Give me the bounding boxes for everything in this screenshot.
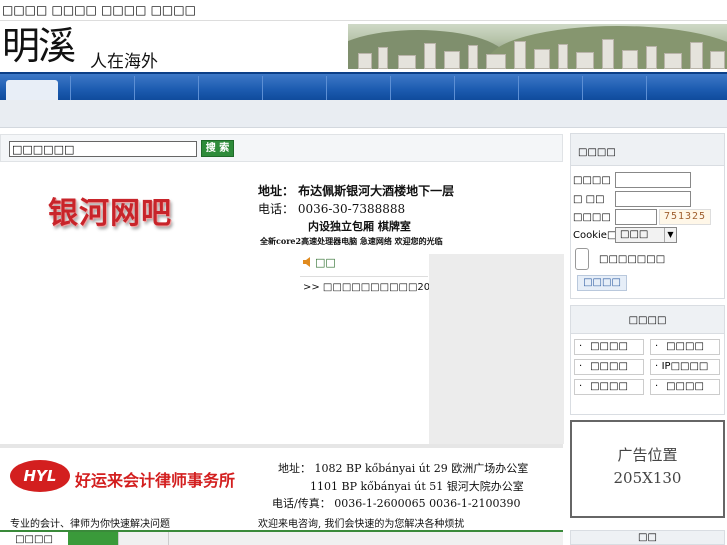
ad-phone: 电话： 0036-30-7388888 <box>258 202 406 216</box>
nav-separator <box>582 76 583 100</box>
password-input[interactable] <box>615 191 691 207</box>
quick-link-1[interactable]: · □□□□ <box>574 339 644 355</box>
ad-placeholder-title: 广告位置 <box>617 446 678 464</box>
quick-link-label: IP□□□□ <box>661 361 709 372</box>
ad-address: 地址： 布达佩斯银河大酒楼地下一层 <box>258 184 455 198</box>
ad-slogan: 全新core2高速处理器电脑 急速网络 欢迎您的光临 <box>260 236 443 246</box>
verify-code-label: □□□□ <box>573 212 611 223</box>
side-bottom-header: □□ <box>570 530 725 545</box>
ad-features: 内设独立包厢 棋牌室 <box>308 220 411 233</box>
sub-nav <box>0 100 727 128</box>
login-header-text: □□□□ <box>578 147 616 158</box>
username-label: □□□□ <box>573 175 611 186</box>
bottom-tab-3[interactable] <box>118 532 168 545</box>
quick-link-label: □□□□ <box>590 381 628 392</box>
login-button[interactable]: □□□□ <box>577 275 627 291</box>
nav-separator <box>518 76 519 100</box>
speaker-icon <box>303 257 310 267</box>
hyl-accounting-ad[interactable]: HYL 好运来会计律师事务所 地址： 1082 BP kőbányai út 2… <box>0 444 563 530</box>
verify-code-input[interactable] <box>615 209 657 225</box>
banner-city-image <box>348 24 727 69</box>
cookie-select[interactable]: □□□ ▼ <box>615 227 677 243</box>
quick-link-5[interactable]: · □□□□ <box>574 379 644 395</box>
bottom-tab-2[interactable] <box>68 532 118 545</box>
password-label: □ □□ <box>573 194 605 205</box>
chevron-down-icon: ▼ <box>664 228 676 242</box>
quick-link-label: □□□□ <box>590 361 628 372</box>
quick-link-label: □□□□ <box>590 341 628 352</box>
quick-link-ip[interactable]: · IP□□□□ <box>650 359 720 375</box>
hyl-slogan-left: 专业的会计、律师为你快速解决问题 <box>10 519 170 530</box>
ad-placeholder-size: 205X130 <box>613 469 682 487</box>
hyl-slogan-right: 欢迎来电咨询, 我们会快速的为您解决各种烦扰 <box>258 519 465 530</box>
nav-separator <box>198 76 199 100</box>
top-links-bar: □□□□ □□□□ □□□□ □□□□ <box>0 0 727 20</box>
site-logo[interactable]: 明溪 <box>2 25 76 67</box>
cookie-select-value: □□□ <box>620 229 649 240</box>
remember-checkbox[interactable] <box>575 248 589 270</box>
nav-separator <box>262 76 263 100</box>
hyl-title: 好运来会计律师事务所 <box>75 471 236 490</box>
nav-separator <box>454 76 455 100</box>
nav-tab-home[interactable] <box>6 80 58 102</box>
bottom-tabs: □□□□ <box>0 530 563 545</box>
bottom-tab-4[interactable] <box>168 532 218 545</box>
galaxy-internet-cafe-ad[interactable]: 银河网吧 地址： 布达佩斯银河大酒楼地下一层 电话： 0036-30-73888… <box>0 166 563 254</box>
nav-separator <box>390 76 391 100</box>
remember-label: □□□□□□□ <box>599 254 666 265</box>
main-nav <box>0 72 727 102</box>
login-panel: □□□□ □□□□ □ □□ □□□□ 751325 Cookie□ □□□ ▼… <box>570 133 725 299</box>
top-links[interactable]: □□□□ □□□□ □□□□ □□□□ <box>2 3 196 17</box>
hyl-address-2: 1101 BP kőbányai út 51 银河大院办公室 <box>310 480 524 493</box>
ad-placeholder[interactable]: 广告位置 205X130 <box>570 420 725 518</box>
site-banner: 明溪 人在海外 <box>0 20 727 72</box>
login-header: □□□□ <box>571 134 724 166</box>
username-input[interactable] <box>615 172 691 188</box>
quick-link-2[interactable]: · □□□□ <box>650 339 720 355</box>
bottom-tab-1[interactable]: □□□□ <box>0 532 68 545</box>
hyl-logo: HYL <box>10 460 70 492</box>
quick-links-panel: □□□□ · □□□□ · □□□□ · □□□□ · IP□□□□ · □□□□ · □□… <box>570 305 725 415</box>
cookie-label: Cookie□ <box>573 230 617 241</box>
nav-separator <box>70 76 71 100</box>
hyl-address-1: 地址： 1082 BP kőbányai út 29 欧洲广场办公室 <box>278 462 529 475</box>
nav-separator <box>646 76 647 100</box>
site-tagline: 人在海外 <box>90 52 158 72</box>
quick-link-6[interactable]: · □□□□ <box>650 379 720 395</box>
search-button[interactable]: 搜 索 <box>201 140 234 157</box>
hyl-phone: 电话/传真： 0036-1-2600065 0036-1-2100390 <box>272 497 521 510</box>
news-heading[interactable]: □□ <box>315 256 336 269</box>
quick-link-label: □□□□ <box>666 381 704 392</box>
news-divider <box>300 276 428 277</box>
nav-separator <box>134 76 135 100</box>
search-input[interactable] <box>9 141 197 157</box>
captcha-image[interactable]: 751325 <box>659 209 711 225</box>
gray-panel <box>429 254 564 444</box>
quick-link-3[interactable]: · □□□□ <box>574 359 644 375</box>
nav-separator <box>326 76 327 100</box>
search-bar: 搜 索 <box>0 134 563 162</box>
ad-brand: 银河网吧 <box>48 196 172 231</box>
quick-links-header: □□□□ <box>571 306 724 334</box>
quick-link-label: □□□□ <box>666 341 704 352</box>
